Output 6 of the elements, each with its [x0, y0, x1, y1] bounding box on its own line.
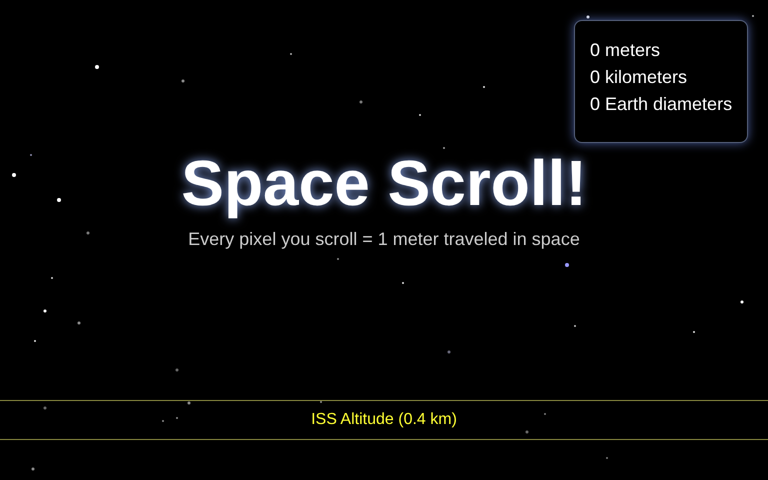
- distance-reading: 0 kilometers: [590, 66, 688, 89]
- marker-label: ISS Altitude (0.4 km): [311, 410, 457, 430]
- distance-reading: 0 Earth diameters: [590, 93, 732, 116]
- distance-reading: 0 meters: [590, 39, 662, 62]
- page-title: Space Scroll!: [181, 147, 587, 219]
- subtitle: Every pixel you scroll = 1 meter traveled in space: [188, 229, 580, 249]
